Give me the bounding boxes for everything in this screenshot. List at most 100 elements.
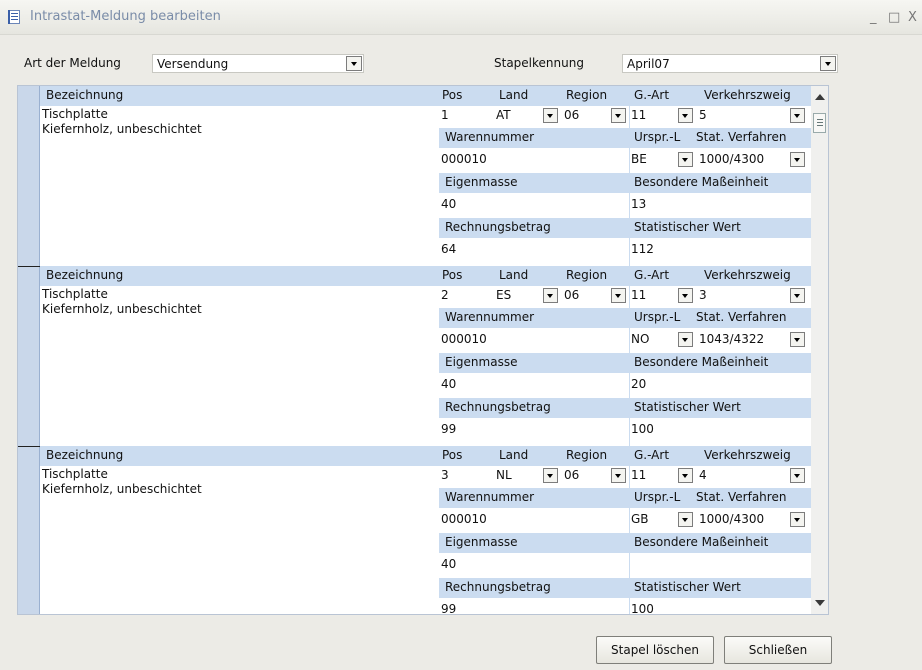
warennummer-value[interactable]: 000010 [441,512,487,527]
maximize-button[interactable]: □ [888,11,900,24]
statistischer-wert-value[interactable]: 112 [631,242,654,257]
intrastat-window: Intrastat-Meldung bearbeiten _ □ X Art d… [0,0,922,670]
chevron-down-icon[interactable] [543,288,558,303]
stat-verfahren-select[interactable]: 1043/4322 [699,331,805,349]
chevron-down-icon[interactable] [611,108,626,123]
col-verkehrszweig: Verkehrszweig [704,448,791,462]
scroll-thumb[interactable] [813,113,826,133]
pos-value[interactable]: 2 [441,288,449,303]
chevron-down-icon[interactable] [678,512,693,527]
close-button[interactable]: X [908,11,917,24]
col-pos: Pos [442,88,463,102]
chevron-down-icon[interactable] [678,468,693,483]
row-selector[interactable] [18,446,40,614]
chevron-down-icon[interactable] [820,56,836,71]
row-header [40,86,813,106]
schliessen-button[interactable]: Schließen [724,636,832,664]
stat-verfahren-value: 1000/4300 [699,512,765,526]
gart-select[interactable]: 11 [631,467,693,485]
besondere-masseinheit-value[interactable]: 20 [631,377,646,392]
pos-value[interactable]: 1 [441,108,449,123]
region-select[interactable]: 06 [564,107,626,125]
chevron-down-icon[interactable] [678,152,693,167]
col-bezeichnung: Bezeichnung [46,448,124,462]
col-verkehrszweig: Verkehrszweig [704,88,791,102]
verkehrszweig-select[interactable]: 5 [699,107,805,125]
chevron-down-icon[interactable] [790,512,805,527]
scroll-up-icon[interactable] [815,94,825,100]
verkehrszweig-value: 5 [699,108,707,122]
verkehrszweig-select[interactable]: 4 [699,467,805,485]
chevron-down-icon[interactable] [611,288,626,303]
row-header [40,266,813,286]
positions-grid[interactable]: Bezeichnung Pos Land Region G.-Art Verkehrszw… [17,85,829,615]
pos-value[interactable]: 3 [441,468,449,483]
chevron-down-icon[interactable] [790,152,805,167]
art-select[interactable]: Versendung [152,54,364,73]
rechnungsbetrag-value[interactable]: 99 [441,602,456,614]
gart-select[interactable]: 11 [631,287,693,305]
col-eigenmasse: Eigenmasse [445,535,518,549]
gart-select[interactable]: 11 [631,107,693,125]
statistischer-wert-value[interactable]: 100 [631,602,654,614]
chevron-down-icon[interactable] [678,108,693,123]
chevron-down-icon[interactable] [790,108,805,123]
region-value: 06 [564,288,580,302]
col-warennummer: Warennummer [445,130,535,144]
eigenmasse-value[interactable]: 40 [441,377,456,392]
land-select[interactable]: AT [496,107,558,125]
verkehrszweig-value: 4 [699,468,707,482]
ursprl-select[interactable]: NO [631,331,693,349]
chevron-down-icon[interactable] [790,468,805,483]
desc-line2: Kiefernholz, unbeschichtet [42,302,202,316]
row-selector[interactable] [18,266,40,446]
land-select[interactable]: NL [496,467,558,485]
region-value: 06 [564,108,580,122]
col-stat-verfahren: Stat. Verfahren [696,310,787,324]
stat-verfahren-select[interactable]: 1000/4300 [699,511,805,529]
stat-verfahren-select[interactable]: 1000/4300 [699,151,805,169]
chevron-down-icon[interactable] [678,332,693,347]
chevron-down-icon[interactable] [543,468,558,483]
warennummer-value[interactable]: 000010 [441,152,487,167]
vertical-scrollbar[interactable] [811,86,828,614]
warennummer-value[interactable]: 000010 [441,332,487,347]
chevron-down-icon[interactable] [611,468,626,483]
stapel-label: Stapelkennung [494,56,584,70]
row-selector[interactable] [18,86,40,266]
chevron-down-icon[interactable] [790,288,805,303]
stapel-loeschen-button[interactable]: Stapel löschen [596,636,714,664]
col-rechnungsbetrag: Rechnungsbetrag [445,400,551,414]
stapel-select[interactable]: April07 [622,54,838,73]
col-land: Land [499,448,529,462]
col-land: Land [499,268,529,282]
col-warennummer: Warennummer [445,490,535,504]
land-value: NL [496,468,512,482]
eigenmasse-value[interactable]: 40 [441,557,456,572]
chevron-down-icon[interactable] [346,56,362,71]
besondere-masseinheit-value[interactable]: 13 [631,197,646,212]
col-bezeichnung: Bezeichnung [46,268,124,282]
region-select[interactable]: 06 [564,467,626,485]
minimize-button[interactable]: _ [870,11,877,24]
rechnungsbetrag-value[interactable]: 64 [441,242,456,257]
verkehrszweig-select[interactable]: 3 [699,287,805,305]
region-select[interactable]: 06 [564,287,626,305]
rechnungsbetrag-value[interactable]: 99 [441,422,456,437]
ursprl-value: BE [631,152,647,166]
eigenmasse-value[interactable]: 40 [441,197,456,212]
chevron-down-icon[interactable] [543,108,558,123]
ursprl-select[interactable]: GB [631,511,693,529]
col-warennummer: Warennummer [445,310,535,324]
col-ursprl: Urspr.-L [634,310,681,324]
ursprl-select[interactable]: BE [631,151,693,169]
col-statistischer-wert: Statistischer Wert [634,220,741,234]
statistischer-wert-value[interactable]: 100 [631,422,654,437]
field-divider [629,286,630,446]
chevron-down-icon[interactable] [678,288,693,303]
scroll-down-icon[interactable] [815,600,825,606]
land-select[interactable]: ES [496,287,558,305]
art-label: Art der Meldung [24,56,121,70]
desc-line1: Tischplatte [42,287,108,301]
chevron-down-icon[interactable] [790,332,805,347]
